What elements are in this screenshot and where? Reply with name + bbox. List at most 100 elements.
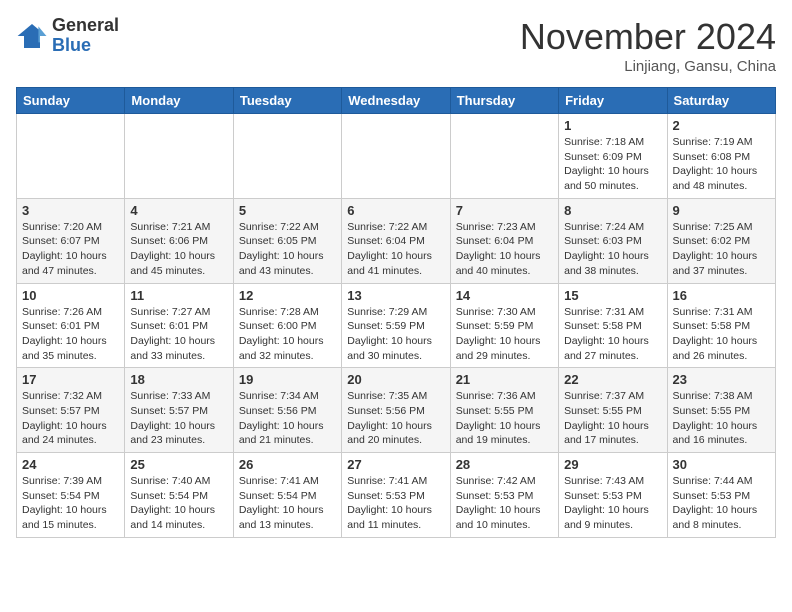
day-info: Sunrise: 7:24 AM Sunset: 6:03 PM Dayligh… [564, 220, 661, 279]
week-row-3: 10Sunrise: 7:26 AM Sunset: 6:01 PM Dayli… [17, 283, 776, 368]
day-number: 8 [564, 203, 661, 218]
page-header: General Blue November 2024 Linjiang, Gan… [16, 16, 776, 75]
calendar-cell: 23 Sunrise: 7:38 AM Sunset: 5:55 PM Dayli… [667, 368, 775, 453]
day-number: 19 [239, 372, 336, 387]
calendar-cell [125, 114, 233, 199]
calendar-cell: 16Sunrise: 7:31 AM Sunset: 5:58 PM Dayli… [667, 283, 775, 368]
calendar-cell: 27 Sunrise: 7:41 AM Sunset: 5:53 PM Dayli… [342, 453, 450, 538]
day-number: 26 [239, 457, 336, 472]
day-info: Sunrise: 7:43 AM Sunset: 5:53 PM Dayligh… [564, 474, 661, 533]
calendar-cell: 14 Sunrise: 7:30 AM Sunset: 5:59 PM Dayli… [450, 283, 558, 368]
weekday-header-thursday: Thursday [450, 88, 558, 114]
calendar-cell: 9Sunrise: 7:25 AM Sunset: 6:02 PM Daylig… [667, 198, 775, 283]
day-info: Sunrise: 7:19 AM Sunset: 6:08 PM Dayligh… [673, 135, 770, 194]
day-number: 13 [347, 288, 444, 303]
day-info: Sunrise: 7:25 AM Sunset: 6:02 PM Dayligh… [673, 220, 770, 279]
calendar-cell: 2 Sunrise: 7:19 AM Sunset: 6:08 PM Daylig… [667, 114, 775, 199]
day-number: 2 [673, 118, 770, 133]
logo-general-text: General [52, 16, 119, 36]
day-info: Sunrise: 7:41 AM Sunset: 5:53 PM Dayligh… [347, 474, 444, 533]
day-info: Sunrise: 7:30 AM Sunset: 5:59 PM Dayligh… [456, 305, 553, 364]
day-info: Sunrise: 7:41 AM Sunset: 5:54 PM Dayligh… [239, 474, 336, 533]
day-number: 22 [564, 372, 661, 387]
logo: General Blue [16, 16, 119, 56]
week-row-4: 17 Sunrise: 7:32 AM Sunset: 5:57 PM Dayli… [17, 368, 776, 453]
day-info: Sunrise: 7:40 AM Sunset: 5:54 PM Dayligh… [130, 474, 227, 533]
day-info: Sunrise: 7:39 AM Sunset: 5:54 PM Dayligh… [22, 474, 119, 533]
calendar-cell: 10Sunrise: 7:26 AM Sunset: 6:01 PM Dayli… [17, 283, 125, 368]
day-number: 28 [456, 457, 553, 472]
calendar-cell: 25 Sunrise: 7:40 AM Sunset: 5:54 PM Dayli… [125, 453, 233, 538]
calendar-cell: 5Sunrise: 7:22 AM Sunset: 6:05 PM Daylig… [233, 198, 341, 283]
day-info: Sunrise: 7:32 AM Sunset: 5:57 PM Dayligh… [22, 389, 119, 448]
weekday-header-monday: Monday [125, 88, 233, 114]
calendar-cell: 12Sunrise: 7:28 AM Sunset: 6:00 PM Dayli… [233, 283, 341, 368]
calendar-cell: 13 Sunrise: 7:29 AM Sunset: 5:59 PM Dayli… [342, 283, 450, 368]
week-row-1: 1 Sunrise: 7:18 AM Sunset: 6:09 PM Daylig… [17, 114, 776, 199]
day-number: 29 [564, 457, 661, 472]
day-number: 1 [564, 118, 661, 133]
calendar-cell: 15 Sunrise: 7:31 AM Sunset: 5:58 PM Dayli… [559, 283, 667, 368]
calendar-cell: 4Sunrise: 7:21 AM Sunset: 6:06 PM Daylig… [125, 198, 233, 283]
calendar-cell: 28 Sunrise: 7:42 AM Sunset: 5:53 PM Dayli… [450, 453, 558, 538]
day-info: Sunrise: 7:22 AM Sunset: 6:05 PM Dayligh… [239, 220, 336, 279]
day-number: 15 [564, 288, 661, 303]
day-number: 12 [239, 288, 336, 303]
day-number: 18 [130, 372, 227, 387]
day-info: Sunrise: 7:18 AM Sunset: 6:09 PM Dayligh… [564, 135, 661, 194]
calendar-cell: 30Sunrise: 7:44 AM Sunset: 5:53 PM Dayli… [667, 453, 775, 538]
calendar-cell: 20Sunrise: 7:35 AM Sunset: 5:56 PM Dayli… [342, 368, 450, 453]
day-info: Sunrise: 7:38 AM Sunset: 5:55 PM Dayligh… [673, 389, 770, 448]
calendar-cell: 3Sunrise: 7:20 AM Sunset: 6:07 PM Daylig… [17, 198, 125, 283]
location: Linjiang, Gansu, China [520, 58, 776, 75]
calendar-cell: 6 Sunrise: 7:22 AM Sunset: 6:04 PM Daylig… [342, 198, 450, 283]
week-row-2: 3Sunrise: 7:20 AM Sunset: 6:07 PM Daylig… [17, 198, 776, 283]
day-info: Sunrise: 7:33 AM Sunset: 5:57 PM Dayligh… [130, 389, 227, 448]
calendar-table: SundayMondayTuesdayWednesdayThursdayFrid… [16, 87, 776, 538]
calendar-cell [17, 114, 125, 199]
calendar-cell [342, 114, 450, 199]
calendar-cell: 21Sunrise: 7:36 AM Sunset: 5:55 PM Dayli… [450, 368, 558, 453]
day-info: Sunrise: 7:29 AM Sunset: 5:59 PM Dayligh… [347, 305, 444, 364]
day-number: 3 [22, 203, 119, 218]
day-number: 27 [347, 457, 444, 472]
weekday-header-friday: Friday [559, 88, 667, 114]
calendar-cell: 11 Sunrise: 7:27 AM Sunset: 6:01 PM Dayli… [125, 283, 233, 368]
day-number: 6 [347, 203, 444, 218]
day-info: Sunrise: 7:31 AM Sunset: 5:58 PM Dayligh… [564, 305, 661, 364]
day-info: Sunrise: 7:23 AM Sunset: 6:04 PM Dayligh… [456, 220, 553, 279]
logo-text: General Blue [52, 16, 119, 56]
day-number: 11 [130, 288, 227, 303]
week-row-5: 24Sunrise: 7:39 AM Sunset: 5:54 PM Dayli… [17, 453, 776, 538]
calendar-cell: 1 Sunrise: 7:18 AM Sunset: 6:09 PM Daylig… [559, 114, 667, 199]
day-number: 10 [22, 288, 119, 303]
day-info: Sunrise: 7:35 AM Sunset: 5:56 PM Dayligh… [347, 389, 444, 448]
day-info: Sunrise: 7:27 AM Sunset: 6:01 PM Dayligh… [130, 305, 227, 364]
day-number: 14 [456, 288, 553, 303]
day-number: 7 [456, 203, 553, 218]
day-number: 25 [130, 457, 227, 472]
calendar-cell: 24Sunrise: 7:39 AM Sunset: 5:54 PM Dayli… [17, 453, 125, 538]
title-block: November 2024 Linjiang, Gansu, China [520, 16, 776, 75]
logo-blue-text: Blue [52, 36, 119, 56]
weekday-header-sunday: Sunday [17, 88, 125, 114]
day-number: 17 [22, 372, 119, 387]
calendar-cell [233, 114, 341, 199]
weekday-header-tuesday: Tuesday [233, 88, 341, 114]
calendar-cell: 7 Sunrise: 7:23 AM Sunset: 6:04 PM Daylig… [450, 198, 558, 283]
calendar-cell: 26 Sunrise: 7:41 AM Sunset: 5:54 PM Dayli… [233, 453, 341, 538]
day-number: 16 [673, 288, 770, 303]
month-title: November 2024 [520, 16, 776, 58]
logo-icon [16, 20, 48, 52]
day-number: 4 [130, 203, 227, 218]
calendar-cell: 8 Sunrise: 7:24 AM Sunset: 6:03 PM Daylig… [559, 198, 667, 283]
day-number: 21 [456, 372, 553, 387]
weekday-header-wednesday: Wednesday [342, 88, 450, 114]
day-info: Sunrise: 7:22 AM Sunset: 6:04 PM Dayligh… [347, 220, 444, 279]
day-info: Sunrise: 7:42 AM Sunset: 5:53 PM Dayligh… [456, 474, 553, 533]
day-number: 23 [673, 372, 770, 387]
calendar-cell: 22 Sunrise: 7:37 AM Sunset: 5:55 PM Dayli… [559, 368, 667, 453]
day-info: Sunrise: 7:37 AM Sunset: 5:55 PM Dayligh… [564, 389, 661, 448]
day-info: Sunrise: 7:34 AM Sunset: 5:56 PM Dayligh… [239, 389, 336, 448]
calendar-cell: 18 Sunrise: 7:33 AM Sunset: 5:57 PM Dayli… [125, 368, 233, 453]
